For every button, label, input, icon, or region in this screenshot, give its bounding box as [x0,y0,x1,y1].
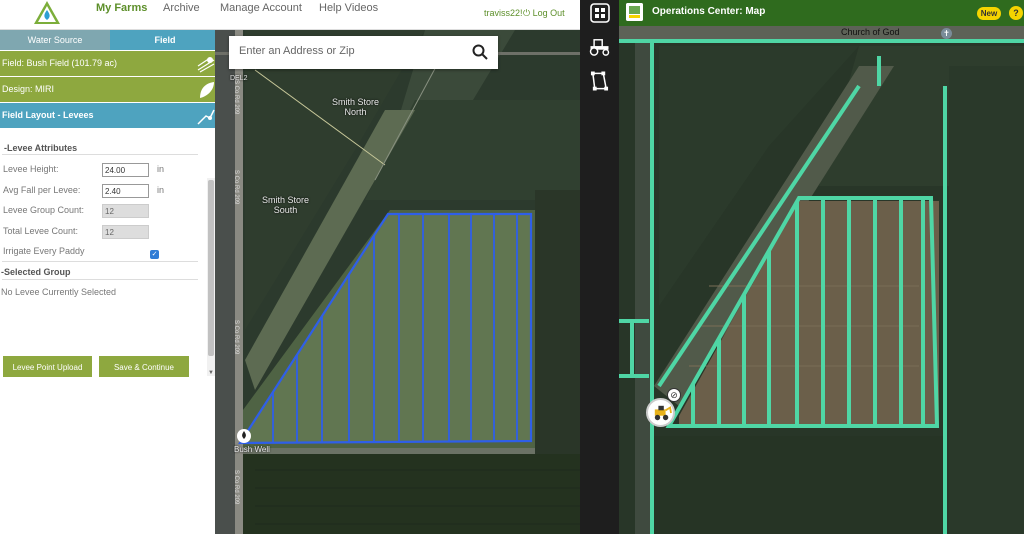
map-label-line: Smith Store [261,195,310,205]
levee-attributes-heading: -Levee Attributes [4,143,78,153]
help-icon[interactable]: ? [1009,6,1023,20]
new-badge[interactable]: New [977,7,1001,20]
divider [2,154,198,155]
grid-menu-icon [590,3,610,23]
tractor-field-icon [197,57,215,73]
operations-center-app: Operations Center: Map New ? Church of G… [580,0,1024,534]
power-icon: ⏻ [523,8,531,18]
divider [2,261,198,262]
map-label-line: North [344,107,367,117]
side-panel: Water Source Field Field: Bush Field (10… [0,30,220,534]
divider [2,279,198,280]
nav-manage-account[interactable]: Manage Account [220,2,302,14]
total-count-label: Total Levee Count: [3,226,79,236]
address-search [229,36,498,69]
ops-map-imagery [619,26,1024,534]
group-count-field [102,204,149,218]
address-search-input[interactable] [239,45,459,57]
road-label: S Co Rd 209 [233,470,239,505]
ops-header: Operations Center: Map New ? [580,0,1024,26]
irrigate-label: Irrigate Every Paddy [3,246,85,256]
design-bar[interactable]: Design: MIRI [0,77,220,102]
church-marker-icon[interactable]: ✝ [941,28,952,39]
tab-field[interactable]: Field [110,30,220,50]
field-design-app: My Farms Archive Manage Account Help Vid… [0,0,580,534]
design-bar-label: Design: MIRI [2,84,55,94]
logout-link[interactable]: ⏻ Log Out [523,8,565,19]
ops-sidebar [580,26,619,534]
nav-archive[interactable]: Archive [163,2,200,14]
ops-page-title: Operations Center: Map [652,6,766,17]
field-boundary-icon[interactable] [590,70,609,92]
avg-fall-unit: in [157,185,165,195]
search-icon[interactable] [472,44,488,60]
username-label: traviss22! [484,8,523,18]
map-label-bush-well: Bush Well [234,445,270,454]
top-navigation: My Farms Archive Manage Account Help Vid… [0,0,580,30]
nav-help-videos[interactable]: Help Videos [319,2,378,14]
field-bar[interactable]: Field: Bush Field (101.79 ac) [0,51,220,76]
map-label-line: Smith Store [331,97,380,107]
save-continue-button[interactable]: Save & Continue [99,356,189,377]
tractor-icon[interactable] [588,38,611,56]
levee-tool-icon [197,109,215,125]
levee-height-unit: in [157,164,165,174]
map-label-line: South [273,205,298,215]
apps-tile[interactable] [580,0,619,26]
layout-bar[interactable]: Field Layout - Levees [0,103,220,128]
logout-label: Log Out [532,8,565,18]
equipment-marker[interactable] [646,398,675,427]
irrigate-checkbox[interactable]: ✓ [150,250,159,259]
levee-attributes-section: -Levee Attributes Levee Height: in Avg F… [0,140,207,346]
no-selection-text: No Levee Currently Selected [1,287,117,297]
no-signal-icon: ⊘ [667,388,681,402]
map-label-smith-store-south: Smith Store South [253,195,318,215]
ops-map[interactable]: Church of God ✝ ⊘ [619,26,1024,534]
scroll-thumb[interactable] [208,180,214,356]
layout-bar-label: Field Layout - Levees [2,110,94,120]
road-label: S Co Rd 209 [233,170,239,205]
levee-height-label: Levee Height: [3,164,59,174]
road-label: S Co Rd 209 [233,80,239,115]
map-label-church: Church of God [841,27,900,37]
scroll-down-icon[interactable]: ▼ [207,370,215,376]
group-count-label: Levee Group Count: [3,205,85,215]
satellite-map[interactable]: Smith Store North Smith Store South DEL2… [215,30,580,534]
nav-my-farms[interactable]: My Farms [96,2,147,14]
avg-fall-label: Avg Fall per Levee: [3,185,81,195]
levee-point-upload-button[interactable]: Levee Point Upload [3,356,92,377]
selected-group-heading: -Selected Group [1,267,71,277]
road-label: S Co Rd 209 [233,320,239,355]
total-count-field [102,225,149,239]
operations-center-logo [626,3,643,21]
excavator-icon [654,405,672,421]
map-label-smith-store-north: Smith Store North [323,97,388,117]
panel-scrollbar[interactable]: ▼ [207,178,215,376]
avg-fall-input[interactable] [102,184,149,198]
leaf-icon [200,82,214,98]
app-logo[interactable] [30,0,64,26]
levee-height-input[interactable] [102,163,149,177]
map-imagery [215,30,580,534]
tab-water-source[interactable]: Water Source [0,30,110,50]
panel-tabs: Water Source Field [0,30,220,50]
field-bar-label: Field: Bush Field (101.79 ac) [2,58,118,68]
